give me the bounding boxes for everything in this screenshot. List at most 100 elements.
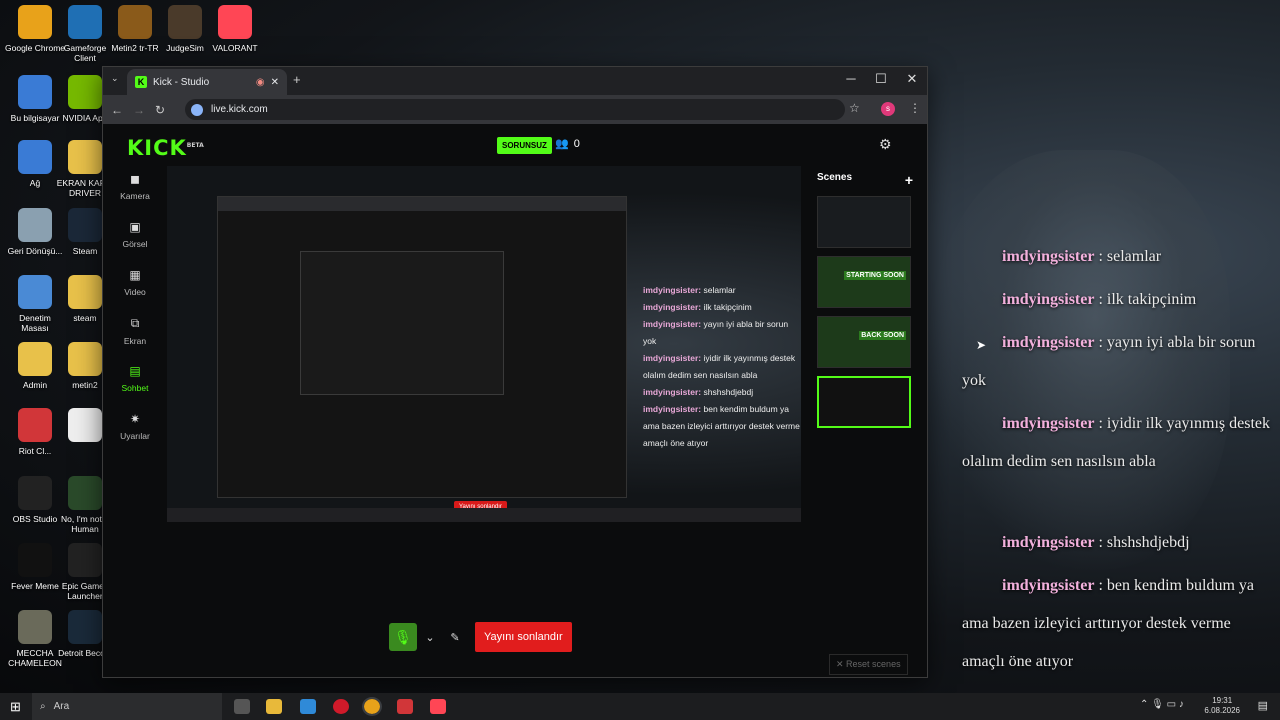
bookmark-star-icon[interactable]: ☆	[849, 101, 860, 115]
scene-label: BACK SOON	[859, 331, 906, 340]
preview-chat-user: imdyingsister:	[643, 285, 702, 295]
nav-item-label: Sohbet	[121, 383, 149, 393]
reset-scenes-button[interactable]: ✕ Reset scenes	[829, 654, 908, 675]
stream-preview: Yayını sonlandır imdyingsister: selamlar…	[167, 166, 801, 522]
nav-item-kamera[interactable]: ◼ Kamera	[111, 172, 159, 220]
maximize-button[interactable]: ☐	[871, 71, 891, 87]
overlay-chat-message: imdyingsister : iyidir ilk yayınmış dest…	[962, 405, 1272, 481]
clock[interactable]: 19:31 6.08.2026	[1204, 696, 1240, 716]
end-stream-button[interactable]: Yayını sonlandır	[475, 622, 572, 652]
app-icon	[18, 140, 52, 174]
overlay-chat-user: imdyingsister	[1002, 577, 1095, 594]
back-arrow-icon[interactable]: ←	[111, 103, 123, 117]
app-icon	[68, 543, 102, 577]
recording-icon: ◉	[255, 76, 265, 88]
nav-item-video[interactable]: ▦ Video	[111, 268, 159, 316]
forward-arrow-icon[interactable]: →	[133, 103, 145, 117]
app-icon	[68, 610, 102, 644]
alert-icon: ✷	[129, 412, 141, 426]
overlay-chat-user: imdyingsister	[1002, 291, 1095, 308]
edit-pencil-icon[interactable]: ✎	[443, 623, 467, 651]
overlay-chat-user: imdyingsister	[1002, 334, 1095, 351]
address-bar[interactable]: live.kick.com	[185, 99, 845, 120]
app-icon	[68, 75, 102, 109]
search-placeholder: Ara	[53, 701, 70, 712]
scenes-header: Scenes +	[817, 166, 919, 188]
new-tab-button[interactable]: +	[293, 72, 301, 87]
app-icon	[18, 75, 52, 109]
browser-toolbar: ← → ↻ live.kick.com ☆ s ⋮	[103, 95, 927, 124]
add-scene-button[interactable]: +	[905, 172, 913, 188]
desktop-icon[interactable]: VALORANT	[205, 5, 265, 53]
opera-icon[interactable]	[333, 699, 349, 714]
close-window-button[interactable]: ✕	[902, 71, 922, 87]
app-icon	[18, 408, 52, 442]
users-icon: 👥	[555, 138, 569, 150]
kick-studio-page: KICKBETA SORUNSUZ 👥 0 ⚙ ◼ Kamera ▣ Görsel ▦ V…	[103, 124, 927, 677]
microphone-button[interactable]: 🎙	[389, 623, 417, 651]
preview-chat: imdyingsister: selamlar imdyingsister: il…	[643, 282, 801, 452]
stream-controls: 🎙 ⌄ ✎ Yayını sonlandır	[389, 622, 572, 652]
app-icon	[18, 342, 52, 376]
preview-nested-window: Yayını sonlandır	[217, 196, 627, 513]
nav-item-sohbet[interactable]: ▤ Sohbet	[111, 364, 159, 412]
browser-menu-icon[interactable]: ⋮	[909, 101, 921, 115]
tab-search-icon[interactable]: ⌄	[111, 73, 119, 84]
preview-chat-message: imdyingsister: ben kendim buldum ya ama …	[643, 401, 801, 452]
preview-nested-window-2	[300, 251, 504, 395]
nav-item-label: Ekran	[123, 336, 147, 346]
desktop-icon-label: Riot Cl...	[18, 446, 52, 456]
store-icon[interactable]	[300, 699, 316, 714]
camera-icon: ◼	[130, 172, 140, 186]
nav-item-görsel[interactable]: ▣ Görsel	[111, 220, 159, 268]
task-view-icon[interactable]	[234, 699, 250, 714]
screen-share-icon: ⧉	[130, 316, 140, 330]
riot-taskbar-icon[interactable]	[397, 699, 413, 714]
minimize-button[interactable]: ─	[841, 71, 861, 86]
scene-thumbnail[interactable]: BACK SOON	[817, 316, 911, 368]
app-icon	[218, 5, 252, 39]
scene-label: STARTING SOON	[844, 271, 906, 280]
app-icon	[68, 476, 102, 510]
overlay-chat-message: imdyingsister : ben kendim buldum ya ama…	[962, 567, 1272, 681]
preview-chat-user: imdyingsister:	[643, 319, 702, 329]
scenes-title: Scenes	[817, 172, 853, 183]
overlay-chat-text: : shshshdjebdj	[1094, 534, 1190, 551]
nav-item-uyarılar[interactable]: ✷ Uyarılar	[111, 412, 159, 460]
app-icon	[18, 476, 52, 510]
scene-thumbnail[interactable]	[817, 196, 911, 248]
preview-chat-message: imdyingsister: ilk takipçinim	[643, 299, 801, 316]
scene-list: STARTING SOON BACK SOON	[817, 196, 919, 428]
scene-thumbnail[interactable]: STARTING SOON	[817, 256, 911, 308]
tab-close-icon[interactable]: ✕	[271, 77, 279, 88]
reload-icon[interactable]: ↻	[155, 103, 165, 117]
profile-avatar[interactable]: s	[881, 102, 895, 116]
tab-bar: ⌄ K Kick - Studio ◉ ✕ + ─ ☐ ✕	[103, 67, 927, 95]
browser-tab[interactable]: K Kick - Studio ◉ ✕	[127, 69, 287, 95]
preview-chat-message: imdyingsister: selamlar	[643, 282, 801, 299]
preview-chat-user: imdyingsister:	[643, 353, 702, 363]
overlay-chat-message: imdyingsister : ilk takipçinim	[962, 281, 1272, 319]
tray-icons[interactable]: ⌃ 🎙 ▭ ♪	[1140, 699, 1184, 710]
file-explorer-icon[interactable]	[266, 699, 282, 714]
film-icon: ▦	[129, 268, 141, 282]
viewer-count: 👥 0	[555, 137, 580, 151]
user-menu-icon[interactable]: ⚙	[879, 136, 892, 153]
mic-options-chevron-icon[interactable]: ⌄	[423, 623, 437, 651]
taskbar-search[interactable]: ⌕ Ara	[32, 693, 222, 720]
scene-thumbnail[interactable]	[817, 376, 911, 428]
valorant-taskbar-icon[interactable]	[430, 699, 446, 714]
site-info-icon[interactable]	[191, 103, 203, 116]
app-icon	[18, 275, 52, 309]
chrome-taskbar-icon[interactable]	[362, 697, 382, 716]
kick-logo[interactable]: KICKBETA	[127, 136, 204, 160]
app-icon	[168, 5, 202, 39]
logo-badge: BETA	[186, 142, 204, 149]
app-icon	[68, 140, 102, 174]
microphone-icon: 🎙	[394, 628, 412, 645]
notification-icon[interactable]: ▤	[1258, 699, 1268, 712]
viewer-count-value: 0	[573, 137, 580, 150]
preview-chat-text: selamlar	[703, 285, 736, 295]
start-windows-icon[interactable]: ⊞	[10, 699, 21, 715]
nav-item-ekran[interactable]: ⧉ Ekran	[111, 316, 159, 364]
